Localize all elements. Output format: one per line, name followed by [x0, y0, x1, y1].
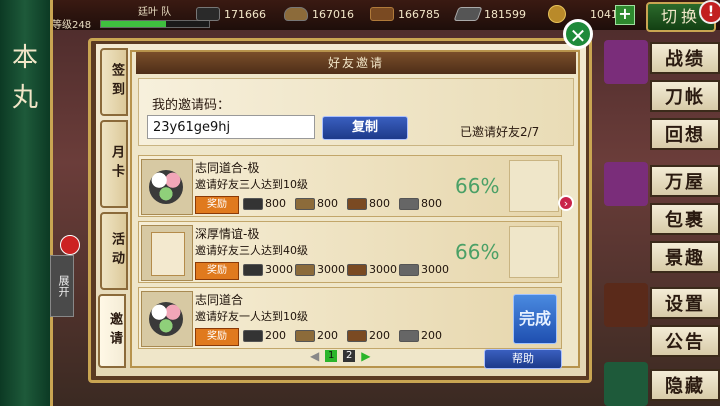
tab-sign-in[interactable]: 签到 — [100, 48, 128, 116]
next-page-icon[interactable]: ▶ — [361, 349, 370, 363]
resource-steel: 181599 — [453, 4, 526, 24]
task-row: 深厚情谊-极 邀请好友三人达到40级 奖励 3000 3000 3000 300… — [138, 221, 562, 283]
claim-slot — [509, 226, 559, 278]
page-1[interactable]: 1 — [325, 350, 338, 362]
whetstone-pot-icon — [295, 263, 315, 276]
lumber-icon — [347, 197, 367, 210]
gold-coin-icon — [548, 5, 566, 23]
menu-scenery[interactable]: 景趣 — [650, 241, 720, 273]
reward-lumber: 3000 — [347, 263, 397, 276]
reward-charcoal: 3000 — [243, 263, 293, 276]
reward-tag: 奖励 — [195, 328, 239, 346]
charcoal-icon — [196, 7, 220, 21]
tab-events[interactable]: 活动 — [100, 212, 128, 290]
charcoal-icon — [243, 197, 263, 210]
completed-badge[interactable]: 完成 — [513, 294, 557, 344]
dango-icon — [149, 170, 183, 204]
menu-records[interactable]: 战绩 — [650, 42, 720, 74]
reward-steel: 800 — [399, 197, 442, 210]
menu-hide[interactable]: 隐藏 — [650, 369, 720, 401]
lumber-icon — [347, 263, 367, 276]
menu-memories[interactable]: 回想 — [650, 118, 720, 150]
lumber-icon — [347, 329, 367, 342]
charcoal-icon — [243, 263, 263, 276]
pagination: ◀ 1 2 ▶ — [310, 349, 370, 363]
whetstone-pot-icon — [284, 7, 308, 21]
resource-whetstone: 167016 — [284, 4, 354, 24]
invite-code-label: 我的邀请码： — [152, 98, 231, 113]
claim-slot — [509, 160, 559, 212]
curtain-icon — [604, 162, 648, 206]
gate-icon — [604, 283, 648, 327]
castle-icon — [604, 362, 648, 406]
task-progress: 66% — [455, 240, 500, 264]
task-thumbnail — [141, 159, 193, 215]
reward-whetstone: 200 — [295, 329, 338, 342]
menu-inventory[interactable]: 包裹 — [650, 203, 720, 235]
prev-page-icon[interactable]: ◀ — [310, 349, 319, 363]
tab-monthly-card[interactable]: 月卡 — [100, 120, 128, 208]
steel-icon — [399, 263, 419, 276]
reward-tag: 奖励 — [195, 196, 239, 214]
scroll-icon — [151, 232, 185, 276]
add-currency-button[interactable]: + — [615, 5, 635, 25]
level-label: 等级248 — [52, 20, 92, 31]
menu-shop[interactable]: 万屋 — [650, 165, 720, 197]
menu-sword-list[interactable]: 刀帐 — [650, 80, 720, 112]
invite-code-field[interactable] — [147, 115, 315, 139]
task-row: 志同道合 邀请好友一人达到10级 奖励 200 200 200 200 完成 — [138, 287, 562, 349]
resource-charcoal: 171666 — [196, 4, 266, 24]
task-title: 深厚情谊-极 — [195, 227, 260, 241]
player-name: 廷叶 队 — [138, 7, 172, 18]
task-thumbnail — [141, 225, 193, 281]
steel-icon — [399, 329, 419, 342]
menu-notice[interactable]: 公告 — [650, 325, 720, 357]
menu-settings[interactable]: 设置 — [650, 287, 720, 319]
modal-title: 好友邀请 — [136, 52, 576, 74]
reward-tag: 奖励 — [195, 262, 239, 280]
resource-lumber: 166785 — [370, 4, 440, 24]
task-thumbnail — [141, 291, 193, 347]
reward-lumber: 800 — [347, 197, 390, 210]
steel-icon — [399, 197, 419, 210]
reward-whetstone: 800 — [295, 197, 338, 210]
reward-steel: 200 — [399, 329, 442, 342]
reward-charcoal: 800 — [243, 197, 286, 210]
whetstone-pot-icon — [295, 329, 315, 342]
dango-icon — [149, 302, 183, 336]
whetstone-pot-icon — [295, 197, 315, 210]
home-panel: 本 丸 — [0, 0, 53, 406]
tab-invite[interactable]: 邀请 — [98, 294, 126, 368]
reward-lumber: 200 — [347, 329, 390, 342]
level-progress-bar — [100, 20, 210, 28]
steel-icon — [453, 7, 483, 21]
help-button[interactable]: 帮助 — [484, 349, 562, 369]
lumber-icon — [370, 7, 394, 21]
task-description: 邀请好友三人达到40级 — [195, 244, 308, 257]
charcoal-icon — [243, 329, 263, 342]
alert-icon[interactable]: ! — [699, 0, 720, 24]
mail-icon[interactable] — [60, 235, 80, 255]
copy-button[interactable]: 复制 — [322, 116, 408, 140]
invited-count: 已邀请好友2/7 — [460, 125, 540, 139]
task-description: 邀请好友三人达到10级 — [195, 178, 308, 191]
expand-button[interactable]: 展开 — [50, 255, 74, 317]
document-icon — [604, 40, 648, 84]
task-progress: 66% — [455, 174, 500, 198]
task-title: 志同道合-极 — [195, 161, 260, 175]
reward-charcoal: 200 — [243, 329, 286, 342]
home-title: 本 丸 — [11, 43, 38, 113]
chevron-right-icon[interactable]: › — [558, 195, 574, 211]
close-button[interactable]: ✕ — [563, 19, 593, 49]
reward-steel: 3000 — [399, 263, 449, 276]
task-row: 志同道合-极 邀请好友三人达到10级 奖励 800 800 800 800 66… — [138, 155, 562, 217]
reward-whetstone: 3000 — [295, 263, 345, 276]
task-title: 志同道合 — [195, 293, 244, 307]
task-description: 邀请好友一人达到10级 — [195, 310, 308, 323]
page-2[interactable]: 2 — [343, 350, 356, 362]
